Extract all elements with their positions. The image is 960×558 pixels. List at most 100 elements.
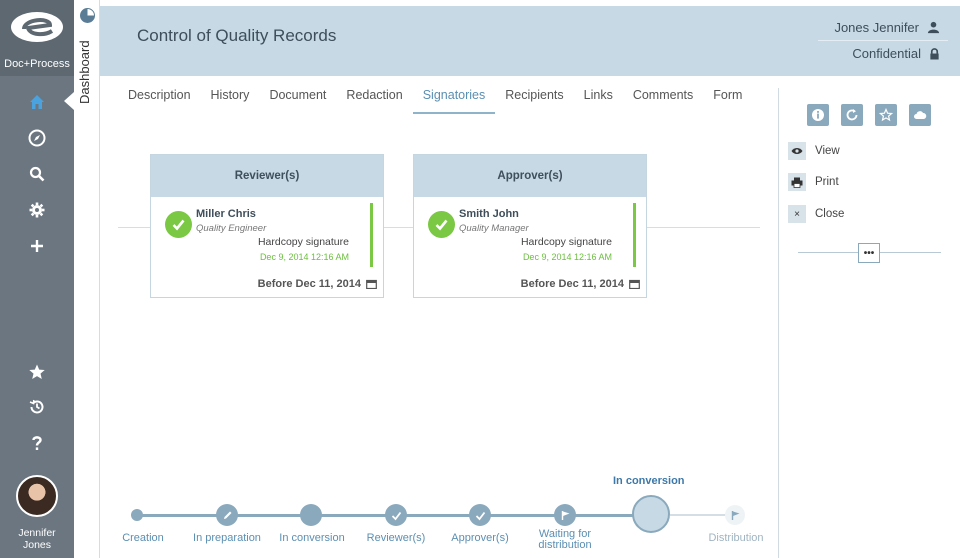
workflow-label-reviewers: Reviewer(s) <box>366 532 426 544</box>
home-icon[interactable] <box>24 89 50 115</box>
view-action[interactable]: View <box>788 142 840 160</box>
tab-bar: Description History Document Redaction S… <box>118 84 752 114</box>
signature-type: Hardcopy signature <box>257 236 349 248</box>
header-user-name: Jones Jennifer <box>834 20 919 35</box>
workflow-step-approvers[interactable] <box>469 504 491 526</box>
connector-line <box>647 227 760 228</box>
close-action[interactable]: × Close <box>788 205 844 223</box>
workflow-step-creation[interactable] <box>131 509 143 521</box>
approver-card: Approver(s) Smith John Quality Manager H… <box>413 154 647 298</box>
status-bar <box>633 203 636 267</box>
flag-icon <box>731 510 739 520</box>
print-icon <box>788 173 806 191</box>
workflow-line-pending <box>670 514 732 516</box>
header-divider <box>818 40 948 41</box>
signer-name: Smith John <box>459 208 519 220</box>
dashboard-strip[interactable]: Dashboard <box>74 0 100 558</box>
pencil-icon <box>223 511 231 519</box>
pie-chart-icon <box>80 8 95 23</box>
left-sidebar: Doc+Process Jennifer Jones <box>0 0 74 558</box>
refresh-icon[interactable] <box>841 104 863 126</box>
workflow-label-distribution: Distribution <box>708 532 764 544</box>
avatar[interactable] <box>16 475 58 517</box>
tab-signatories[interactable]: Signatories <box>412 84 496 114</box>
workflow-label-preparation: In preparation <box>193 532 261 544</box>
logo-mark <box>11 12 63 42</box>
tab-redaction[interactable]: Redaction <box>336 84 412 114</box>
search-icon[interactable] <box>24 161 50 187</box>
check-icon <box>475 511 485 520</box>
workflow-label-creation: Creation <box>122 532 164 544</box>
tab-description[interactable]: Description <box>118 84 201 114</box>
reviewer-card: Reviewer(s) Miller Chris Quality Enginee… <box>150 154 384 298</box>
tab-history[interactable]: History <box>201 84 260 114</box>
print-label: Print <box>815 176 839 188</box>
due-date-text: Before Dec 11, 2014 <box>257 278 361 290</box>
view-label: View <box>815 145 840 157</box>
page-header: Control of Quality Records Jones Jennife… <box>100 6 960 76</box>
compass-icon[interactable] <box>24 125 50 151</box>
card-title: Approver(s) <box>414 155 646 197</box>
due-date: Before Dec 11, 2014 <box>521 278 640 290</box>
close-icon: × <box>788 205 806 223</box>
help-icon[interactable] <box>24 430 50 456</box>
check-icon <box>428 211 455 238</box>
tab-comments[interactable]: Comments <box>623 84 703 114</box>
due-date: Before Dec 11, 2014 <box>258 278 377 290</box>
workflow-label-waiting: Waiting for distribution <box>527 529 603 551</box>
workflow-step-current[interactable] <box>632 495 670 533</box>
lock-icon <box>930 47 939 59</box>
workflow-step-reviewers[interactable] <box>385 504 407 526</box>
workflow-label-approvers: Approver(s) <box>451 532 509 544</box>
user-last-name: Jones <box>22 539 52 551</box>
connector-line <box>384 227 414 228</box>
connector-line <box>118 227 151 228</box>
classification-text: Confidential <box>852 46 921 61</box>
info-icon[interactable] <box>807 104 829 126</box>
sidebar-user-name: Jennifer Jones <box>0 527 74 551</box>
calendar-icon <box>366 279 377 289</box>
user-first-name: Jennifer <box>18 527 56 539</box>
card-body: Miller Chris Quality Engineer Hardcopy s… <box>151 197 383 297</box>
gear-icon[interactable] <box>24 197 50 223</box>
plus-icon[interactable] <box>24 233 50 259</box>
tab-document[interactable]: Document <box>259 84 336 114</box>
tab-recipients[interactable]: Recipients <box>495 84 573 114</box>
check-icon <box>391 511 401 520</box>
signer-role: Quality Manager <box>459 223 529 234</box>
dashboard-label: Dashboard <box>77 40 92 104</box>
workflow-current-label: In conversion <box>613 475 685 487</box>
panel-splitter-handle[interactable]: ••• <box>858 243 880 263</box>
signer-role: Quality Engineer <box>196 223 267 234</box>
signature-date: Dec 9, 2014 12:16 AM <box>522 252 612 262</box>
workflow-step-distribution[interactable] <box>725 505 745 525</box>
star-icon[interactable] <box>875 104 897 126</box>
calendar-icon <box>629 279 640 289</box>
logo-text: Doc+Process <box>4 58 70 70</box>
close-label: Close <box>815 208 845 220</box>
flag-icon <box>561 510 569 520</box>
cloud-icon[interactable] <box>909 104 931 126</box>
signer-name: Miller Chris <box>196 208 256 220</box>
card-body: Smith John Quality Manager Hardcopy sign… <box>414 197 646 297</box>
right-panel-divider <box>778 88 779 558</box>
history-icon[interactable] <box>24 394 50 420</box>
status-bar <box>370 203 373 267</box>
eye-icon <box>788 142 806 160</box>
card-title: Reviewer(s) <box>151 155 383 197</box>
print-action[interactable]: Print <box>788 173 839 191</box>
workflow-label-conversion: In conversion <box>279 532 345 544</box>
header-classification: Confidential <box>852 46 940 61</box>
tab-form[interactable]: Form <box>703 84 752 114</box>
star-icon[interactable] <box>24 359 50 385</box>
user-icon <box>927 21 940 34</box>
workflow-step-conversion[interactable] <box>300 504 322 526</box>
header-user[interactable]: Jones Jennifer <box>834 20 940 35</box>
tab-links[interactable]: Links <box>574 84 623 114</box>
waiting-line2: distribution <box>538 539 592 551</box>
active-indicator <box>64 92 74 110</box>
app-logo[interactable]: Doc+Process <box>0 0 74 76</box>
workflow-step-waiting[interactable] <box>554 504 576 526</box>
due-date-text: Before Dec 11, 2014 <box>520 278 624 290</box>
workflow-step-preparation[interactable] <box>216 504 238 526</box>
